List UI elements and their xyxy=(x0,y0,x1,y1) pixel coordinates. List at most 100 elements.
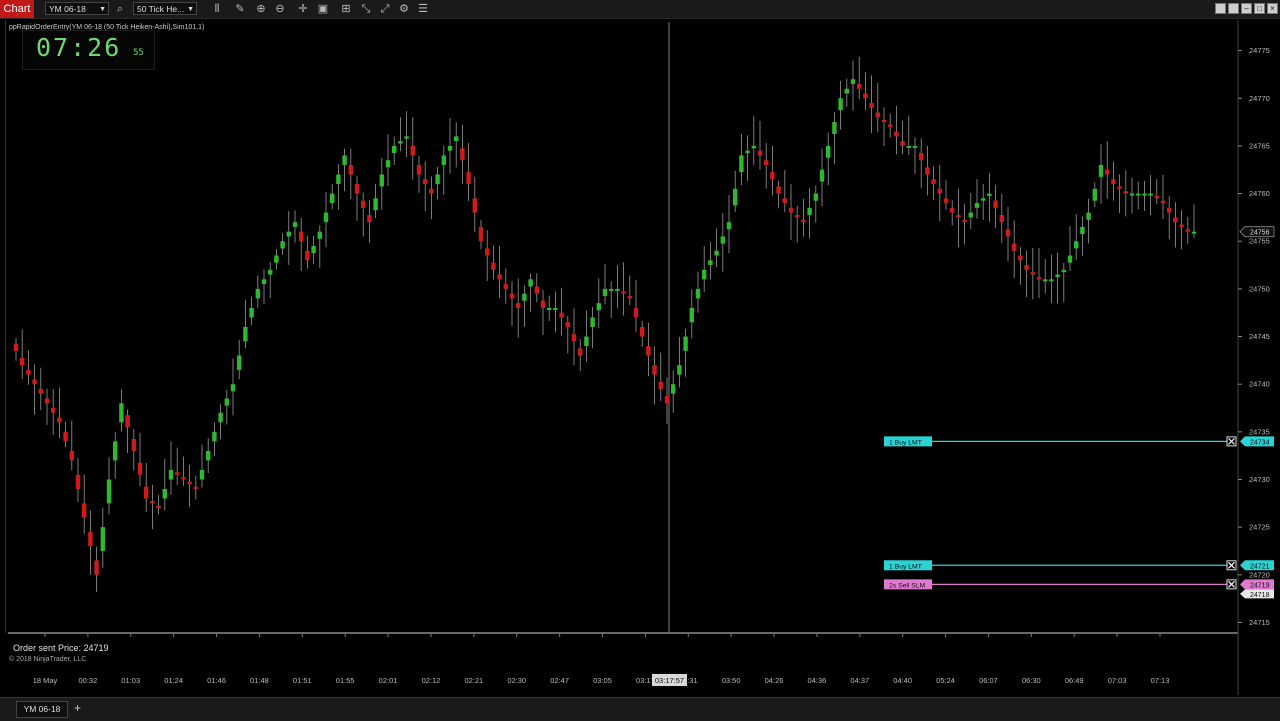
candle xyxy=(261,269,267,305)
time-tick-label: 03:17 xyxy=(636,676,655,685)
candle-body xyxy=(63,431,68,442)
candle xyxy=(503,268,508,304)
candle-body xyxy=(38,388,43,394)
candle xyxy=(466,142,471,202)
candle xyxy=(299,217,304,272)
candle xyxy=(745,135,750,181)
candle xyxy=(708,242,713,280)
candle-body xyxy=(1092,188,1097,201)
candle-body xyxy=(739,155,744,173)
candle-body xyxy=(745,150,750,154)
candle-body xyxy=(1074,241,1079,249)
candle-body xyxy=(1136,193,1141,196)
candle xyxy=(671,370,676,413)
candle xyxy=(1018,247,1023,285)
candle xyxy=(137,432,143,487)
candle-body xyxy=(950,207,955,213)
candle xyxy=(491,245,496,280)
candle xyxy=(57,387,62,439)
candle xyxy=(888,113,893,138)
candle-body xyxy=(919,153,924,161)
candle-body xyxy=(280,241,285,249)
add-tab-button[interactable]: + xyxy=(70,701,85,716)
candle xyxy=(1117,174,1122,213)
order-price-label: 24734 xyxy=(1250,439,1270,446)
candle xyxy=(993,184,998,228)
candle-body xyxy=(274,255,279,263)
candle xyxy=(243,299,248,349)
crosshair-time-marker: 03:17:57 xyxy=(652,674,687,686)
candle-body xyxy=(553,307,558,310)
candle-body xyxy=(342,155,347,165)
candlestick-chart[interactable]: 24715 24720 24725 24730 24735 24740 24745 24750… xyxy=(0,0,1280,720)
time-tick-label: 04:37 xyxy=(850,676,869,685)
buy-limit-order-line[interactable]: 1 Buy LMT 24734 xyxy=(884,436,1274,447)
candle xyxy=(609,281,614,318)
candle-body xyxy=(311,245,316,254)
candle xyxy=(702,246,707,292)
time-tick-label: 18 May xyxy=(33,676,58,685)
candle xyxy=(974,179,980,219)
candle-body xyxy=(776,186,781,194)
candle-body xyxy=(137,462,143,475)
time-tick-label: 07:13 xyxy=(1151,676,1170,685)
candle xyxy=(869,75,874,133)
time-tick-label: 05:24 xyxy=(936,676,955,685)
candle xyxy=(844,78,849,107)
candle xyxy=(1160,174,1166,220)
candle xyxy=(478,220,484,250)
candle xyxy=(534,273,539,303)
price-tick-label: 24730 xyxy=(1249,475,1270,484)
candle-body xyxy=(423,179,428,185)
candle xyxy=(875,82,880,133)
candle-body xyxy=(330,193,335,204)
sell-stop-order-line[interactable]: 2s Sell SLM 24719 xyxy=(884,579,1274,590)
buy-limit-order-line[interactable]: 1 Buy LMT 24721 xyxy=(884,560,1274,571)
candle-body xyxy=(813,193,818,201)
candle xyxy=(578,339,583,372)
candle xyxy=(82,474,87,534)
instrument-tab[interactable]: YM 06-18 xyxy=(16,701,68,718)
candle xyxy=(1067,225,1073,272)
candle xyxy=(342,148,347,192)
candle xyxy=(999,193,1004,244)
candle xyxy=(1012,220,1017,278)
candle-body xyxy=(540,300,546,308)
order-lines: 1 Buy LMT 24734 1 Buy LMT 24721 2s Sell SLM 2… xyxy=(884,436,1274,590)
candle xyxy=(286,211,291,265)
candle xyxy=(1043,259,1048,294)
candle xyxy=(571,308,577,366)
bid-ask-label: 24718 xyxy=(1250,592,1270,599)
time-tick-label: 01:24 xyxy=(164,676,183,685)
candle-body xyxy=(857,83,862,89)
clock-seconds: 55 xyxy=(133,48,144,58)
candle-body xyxy=(181,477,186,480)
candle xyxy=(1086,198,1091,244)
candle-body xyxy=(249,307,254,318)
candle xyxy=(795,205,800,243)
candle xyxy=(100,507,105,568)
candle-body xyxy=(212,431,217,442)
candle-body xyxy=(757,150,763,156)
candle xyxy=(367,199,372,243)
candle xyxy=(75,458,81,502)
candle-body xyxy=(125,415,130,428)
candle-body xyxy=(20,357,25,366)
candle xyxy=(447,118,453,174)
candle-body xyxy=(931,179,936,185)
candle xyxy=(361,192,366,237)
candle xyxy=(330,184,335,210)
candle xyxy=(931,166,936,200)
candle-body xyxy=(1061,269,1066,273)
candle-body xyxy=(441,155,446,165)
candle xyxy=(485,230,490,281)
candle-body xyxy=(379,174,384,187)
bottom-tab-bar: YM 06-18 + xyxy=(0,697,1280,721)
bid-ask-marker: 24718 xyxy=(1240,589,1274,599)
crosshair-time-label: 03:17:57 xyxy=(655,676,684,685)
candle-body xyxy=(404,136,409,139)
time-tick-label: 04:36 xyxy=(808,676,827,685)
candle-body xyxy=(733,188,738,206)
candle xyxy=(51,388,56,435)
candle-body xyxy=(491,262,496,270)
